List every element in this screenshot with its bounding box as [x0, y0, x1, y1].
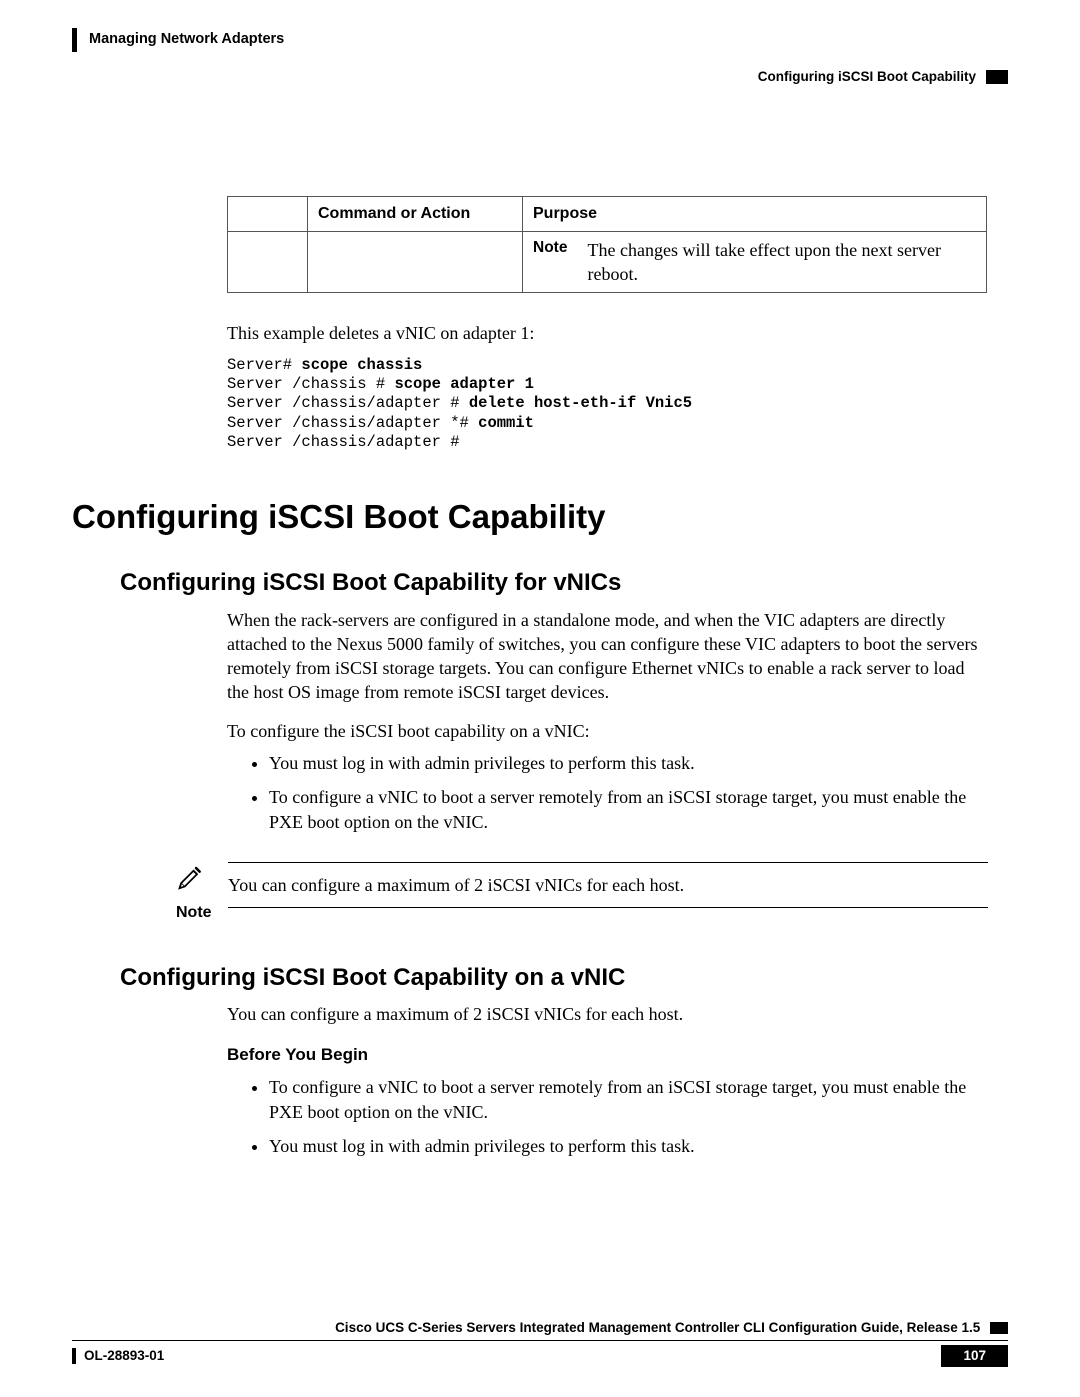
table-header-step	[228, 197, 308, 232]
chapter-title: Managing Network Adapters	[89, 30, 284, 50]
paragraph: To configure the iSCSI boot capability o…	[227, 719, 987, 743]
table-note-label: Note	[533, 238, 583, 259]
header-rule-left	[72, 28, 77, 52]
table-row: Note The changes will take effect upon t…	[228, 231, 987, 293]
list-item: To configure a vNIC to boot a server rem…	[269, 1075, 987, 1124]
page-footer: Cisco UCS C-Series Servers Integrated Ma…	[72, 1319, 1008, 1367]
code-block: Server# scope chassis Server /chassis # …	[227, 356, 987, 453]
footer-rule-icon	[990, 1322, 1008, 1334]
table-header-purpose: Purpose	[523, 197, 987, 232]
footer-rule-left	[72, 1348, 76, 1364]
table-header-command: Command or Action	[308, 197, 523, 232]
footer-doc-id: OL-28893-01	[84, 1347, 164, 1365]
note-label: Note	[176, 902, 228, 924]
note-callout: Note You can configure a maximum of 2 iS…	[176, 862, 988, 924]
header-section-title: Configuring iSCSI Boot Capability	[758, 68, 976, 86]
running-header: Managing Network Adapters	[72, 28, 1008, 52]
section-heading: Configuring iSCSI Boot Capability	[72, 495, 1008, 540]
page-number: 107	[941, 1345, 1008, 1367]
paragraph: You can configure a maximum of 2 iSCSI v…	[227, 1002, 987, 1026]
bullet-list: To configure a vNIC to boot a server rem…	[269, 1075, 987, 1158]
subsection-heading-on-vnic: Configuring iSCSI Boot Capability on a v…	[120, 962, 1008, 994]
header-rule-right	[986, 70, 1008, 84]
command-table: Command or Action Purpose Note The chang…	[227, 196, 987, 293]
paragraph: When the rack-servers are configured in …	[227, 608, 987, 705]
subsection-heading-vnics: Configuring iSCSI Boot Capability for vN…	[120, 567, 1008, 599]
footer-doc-title: Cisco UCS C-Series Servers Integrated Ma…	[335, 1320, 980, 1335]
note-icon	[176, 862, 204, 890]
table-note-text: The changes will take effect upon the ne…	[588, 238, 976, 287]
list-item: You must log in with admin privileges to…	[269, 1134, 987, 1158]
note-text: You can configure a maximum of 2 iSCSI v…	[228, 875, 684, 895]
list-item: You must log in with admin privileges to…	[269, 751, 987, 775]
before-you-begin-heading: Before You Begin	[227, 1044, 987, 1067]
bullet-list: You must log in with admin privileges to…	[269, 751, 987, 834]
example-intro: This example deletes a vNIC on adapter 1…	[227, 321, 987, 345]
list-item: To configure a vNIC to boot a server rem…	[269, 785, 987, 834]
